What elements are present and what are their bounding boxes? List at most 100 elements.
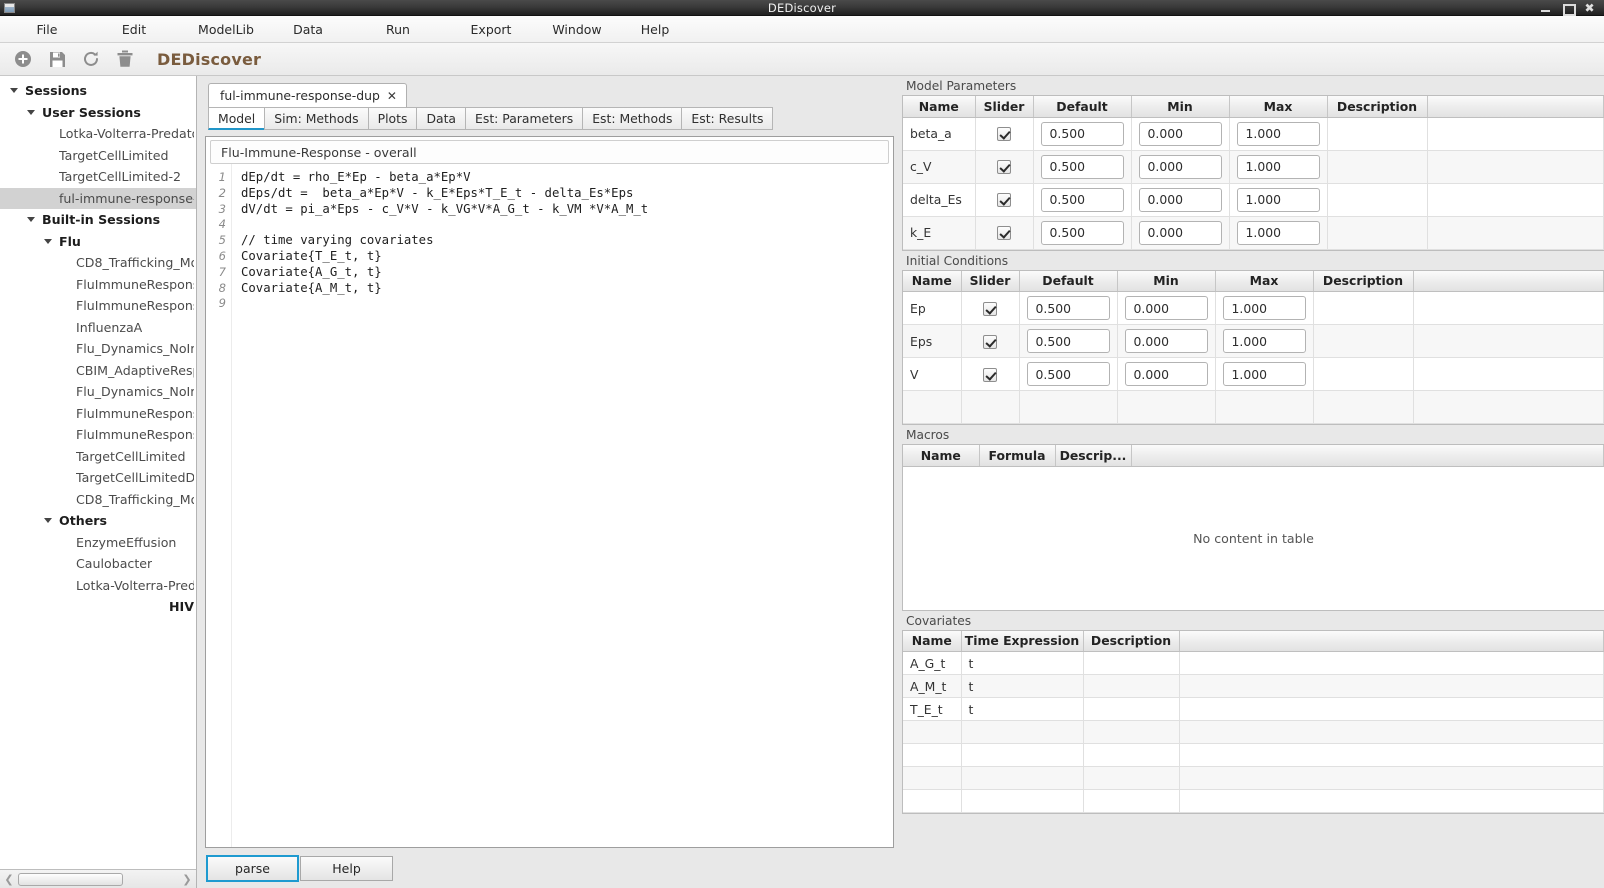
menu-edit[interactable]: Edit <box>86 18 182 41</box>
tree-item[interactable]: FluImmuneResponse <box>0 403 196 425</box>
cell-max[interactable]: 1.000 <box>1229 117 1328 151</box>
tree-item[interactable]: Sessions <box>0 80 196 102</box>
cell-time-expression[interactable]: t <box>961 651 1084 675</box>
help-button[interactable]: Help <box>300 855 393 881</box>
cell-min[interactable]: 0.000 <box>1117 291 1216 325</box>
menu-window[interactable]: Window <box>532 18 622 41</box>
max-input[interactable]: 1.000 <box>1222 362 1306 386</box>
min-input[interactable]: 0.000 <box>1138 154 1222 179</box>
cell-description[interactable] <box>1313 357 1414 391</box>
tree-item[interactable]: Flu_Dynamics_NoImmune <box>0 381 196 403</box>
close-tab-icon[interactable]: ✕ <box>387 89 397 103</box>
cell-max[interactable]: 1.000 <box>1215 324 1314 358</box>
table-row[interactable]: beta_a 0.500 0.000 1.000 <box>903 117 1604 151</box>
slider-checkbox[interactable] <box>997 127 1011 142</box>
cell-description[interactable] <box>1083 674 1180 698</box>
max-input[interactable]: 1.000 <box>1236 121 1320 146</box>
max-input[interactable]: 1.000 <box>1236 220 1320 245</box>
tree-item[interactable]: FluImmuneResponse <box>0 424 196 446</box>
col-description[interactable]: Description <box>1327 96 1428 118</box>
col-name[interactable]: Name <box>903 96 976 118</box>
default-input[interactable]: 0.500 <box>1040 187 1124 212</box>
tree-item[interactable]: FluImmuneResponse <box>0 295 196 317</box>
table-row[interactable]: Ep 0.500 0.000 1.000 <box>903 291 1604 325</box>
cell-default[interactable]: 0.500 <box>1019 357 1118 391</box>
cell-min[interactable]: 0.000 <box>1117 357 1216 391</box>
cell-description[interactable] <box>1327 183 1428 217</box>
slider-checkbox[interactable] <box>997 160 1011 175</box>
menu-modellib[interactable]: ModelLib <box>182 18 270 41</box>
scroll-right-icon[interactable]: ❯ <box>180 874 194 885</box>
table-row[interactable]: A_G_t t <box>903 651 1604 675</box>
tree-item[interactable]: Flu_Dynamics_NoImmune <box>0 338 196 360</box>
menu-help[interactable]: Help <box>622 18 688 41</box>
table-row-empty[interactable] <box>903 766 1604 790</box>
cell-default[interactable]: 0.500 <box>1019 324 1118 358</box>
col-time-expression[interactable]: Time Expression <box>961 630 1084 652</box>
cell-min[interactable]: 0.000 <box>1117 324 1216 358</box>
cell-slider[interactable] <box>975 216 1034 250</box>
add-circle-icon[interactable] <box>13 49 33 69</box>
col-min[interactable]: Min <box>1117 270 1216 292</box>
menu-data[interactable]: Data <box>270 18 346 41</box>
sessions-tree[interactable]: Sessions User Sessions Lotka-Volterra-Pred… <box>0 76 196 869</box>
cell-default[interactable]: 0.500 <box>1033 183 1132 217</box>
tab-est-parameters[interactable]: Est: Parameters <box>465 107 584 130</box>
minimize-icon[interactable] <box>1540 3 1551 13</box>
table-row[interactable]: delta_Es 0.500 0.000 1.000 <box>903 183 1604 217</box>
tree-item[interactable]: User Sessions <box>0 102 196 124</box>
table-row[interactable]: c_V 0.500 0.000 1.000 <box>903 150 1604 184</box>
model-name-field[interactable]: Flu-Immune-Response - overall <box>210 140 889 164</box>
max-input[interactable]: 1.000 <box>1222 296 1306 320</box>
cell-description[interactable] <box>1083 651 1180 675</box>
cell-min[interactable]: 0.000 <box>1131 183 1230 217</box>
close-icon[interactable]: ✖ <box>1584 2 1595 14</box>
tree-item[interactable]: Flu <box>0 231 196 253</box>
cell-default[interactable]: 0.500 <box>1033 117 1132 151</box>
slider-checkbox[interactable] <box>997 226 1011 241</box>
cell-max[interactable]: 1.000 <box>1229 150 1328 184</box>
default-input[interactable]: 0.500 <box>1026 362 1110 386</box>
col-slider[interactable]: Slider <box>961 270 1020 292</box>
save-icon[interactable] <box>47 49 67 69</box>
table-row[interactable]: T_E_t t <box>903 697 1604 721</box>
tab-plots[interactable]: Plots <box>367 107 418 130</box>
table-row[interactable]: A_M_t t <box>903 674 1604 698</box>
table-row-empty[interactable] <box>903 789 1604 813</box>
cell-default[interactable]: 0.500 <box>1033 216 1132 250</box>
model-equations-text[interactable]: dEp/dt = rho_E*Ep - beta_a*Ep*V dEps/dt =… <box>232 164 893 847</box>
tree-item[interactable]: TargetCellLimited <box>0 145 196 167</box>
tree-item[interactable]: TargetCellLimited-2 <box>0 166 196 188</box>
max-input[interactable]: 1.000 <box>1236 154 1320 179</box>
parse-button[interactable]: parse <box>206 854 299 882</box>
tree-item[interactable]: CD8_Trafficking_Model <box>0 489 196 511</box>
col-max[interactable]: Max <box>1229 96 1328 118</box>
menu-run[interactable]: Run <box>346 18 450 41</box>
cell-min[interactable]: 0.000 <box>1131 117 1230 151</box>
col-min[interactable]: Min <box>1131 96 1230 118</box>
col-slider[interactable]: Slider <box>975 96 1034 118</box>
table-row[interactable]: k_E 0.500 0.000 1.000 <box>903 216 1604 250</box>
tree-item[interactable]: EnzymeEffusion <box>0 532 196 554</box>
table-row-empty[interactable] <box>903 743 1604 767</box>
min-input[interactable]: 0.000 <box>1138 220 1222 245</box>
maximize-icon[interactable] <box>1562 3 1576 16</box>
col-default[interactable]: Default <box>1019 270 1118 292</box>
menu-file[interactable]: File <box>8 18 86 41</box>
cell-description[interactable] <box>1327 150 1428 184</box>
max-input[interactable]: 1.000 <box>1222 329 1306 353</box>
table-row-empty[interactable] <box>903 720 1604 744</box>
cell-default[interactable]: 0.500 <box>1019 291 1118 325</box>
tree-item[interactable]: FluImmuneResponse <box>0 274 196 296</box>
refresh-icon[interactable] <box>81 49 101 69</box>
default-input[interactable]: 0.500 <box>1026 329 1110 353</box>
tab-est-results[interactable]: Est: Results <box>681 107 774 130</box>
document-tab-ful-immune-response-dup[interactable]: ful-immune-response-dup ✕ <box>208 83 407 107</box>
tree-item[interactable]: Caulobacter <box>0 553 196 575</box>
cell-description[interactable] <box>1327 216 1428 250</box>
cell-description[interactable] <box>1313 324 1414 358</box>
tree-item[interactable]: CD8_Trafficking_Model <box>0 252 196 274</box>
tree-item[interactable]: CBIM_AdaptiveResponse <box>0 360 196 382</box>
tree-item[interactable]: InfluenzaA <box>0 317 196 339</box>
cell-max[interactable]: 1.000 <box>1229 216 1328 250</box>
